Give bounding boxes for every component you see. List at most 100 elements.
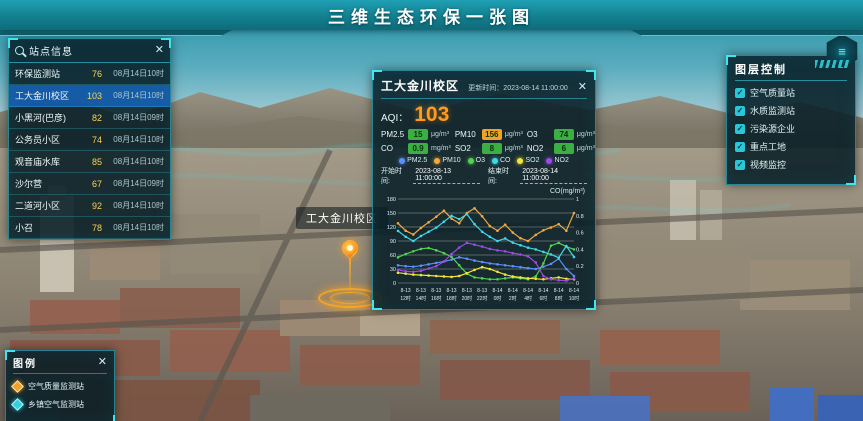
- station-list-item[interactable]: 小召7808月14日10时: [9, 217, 170, 239]
- axis-tick-label: 18时: [446, 295, 457, 302]
- data-point: [565, 229, 568, 232]
- legend-item[interactable]: PM10: [434, 157, 460, 164]
- data-point: [557, 257, 560, 260]
- right-axis-unit: CO(mg/m³): [381, 188, 585, 195]
- data-point: [527, 246, 530, 249]
- data-point: [397, 264, 400, 267]
- axis-tick-label: 8-13: [477, 288, 487, 294]
- data-point: [458, 275, 461, 278]
- data-point: [450, 253, 453, 256]
- pollutant-unit: μg/m³: [577, 145, 595, 152]
- data-point: [481, 261, 484, 264]
- map-legend-item: 空气质量监测站: [13, 381, 107, 392]
- axis-tick-label: 16时: [431, 295, 442, 302]
- data-point: [489, 248, 492, 251]
- data-point: [435, 275, 438, 278]
- legend-item[interactable]: CO: [492, 157, 511, 164]
- legend-color-dot: [517, 158, 523, 164]
- end-time-label: 结束时间:: [488, 166, 517, 186]
- data-point: [511, 275, 514, 278]
- data-point: [473, 276, 476, 279]
- data-point: [489, 278, 492, 281]
- data-point: [420, 235, 423, 238]
- start-time-input[interactable]: 2023-08-13 11:00:00: [413, 168, 480, 184]
- legend-item[interactable]: NO2: [546, 157, 568, 164]
- legend-item[interactable]: SO2: [517, 157, 539, 164]
- station-list-item[interactable]: 工大金川校区10308月14日10时: [9, 85, 170, 107]
- station-update-time: 08月14日10时: [108, 222, 164, 233]
- checkbox-checked-icon[interactable]: ✓: [735, 124, 745, 134]
- data-point: [466, 257, 469, 260]
- pollutant-value-box: 8: [482, 143, 502, 154]
- station-list-item[interactable]: 小黑河(巴彦)8208月14日09时: [9, 107, 170, 129]
- station-name: 沙尔营: [15, 177, 78, 190]
- data-point: [504, 277, 507, 280]
- data-point: [504, 264, 507, 267]
- data-point: [427, 263, 430, 266]
- data-point: [435, 262, 438, 265]
- data-point: [458, 246, 461, 249]
- layer-toggle[interactable]: ✓空气质量站: [735, 86, 847, 99]
- close-icon[interactable]: ✕: [578, 82, 587, 93]
- axis-tick-label: 12时: [400, 295, 411, 302]
- panel-corner: [5, 350, 15, 360]
- data-point: [443, 275, 446, 278]
- station-aqi-value: 92: [78, 201, 102, 211]
- station-aqi-value: 85: [78, 157, 102, 167]
- checkbox-checked-icon[interactable]: ✓: [735, 88, 745, 98]
- app-title: 三维生态环保一张图: [328, 3, 535, 28]
- station-list-item[interactable]: 公务员小区7408月14日10时: [9, 129, 170, 151]
- axis-tick-label: 8-13: [447, 288, 457, 294]
- layer-toggle[interactable]: ✓重点工地: [735, 140, 847, 153]
- data-point: [412, 240, 415, 243]
- station-aqi-value: 67: [78, 179, 102, 189]
- layers-icon: ≡: [838, 44, 846, 59]
- station-list-item[interactable]: 观音庙水库8508月14日10时: [9, 151, 170, 173]
- station-list-item[interactable]: 环保监测站7608月14日10时: [9, 63, 170, 85]
- pollutant-value-box: 0.9: [408, 143, 428, 154]
- data-point: [443, 260, 446, 263]
- layer-control-panel: ≡ 图层控制 ✓空气质量站✓水质监测站✓污染源企业✓重点工地✓视频监控: [726, 55, 856, 185]
- station-rows: 环保监测站7608月14日10时工大金川校区10308月14日10时小黑河(巴彦…: [9, 63, 170, 239]
- axis-tick-label: 0.4: [576, 247, 584, 253]
- data-point: [550, 263, 553, 266]
- close-icon[interactable]: ✕: [98, 357, 107, 368]
- data-point: [542, 251, 545, 254]
- data-point: [473, 259, 476, 262]
- layer-label: 视频监控: [750, 158, 786, 171]
- station-list-item[interactable]: 二道河小区9208月14日10时: [9, 195, 170, 217]
- layer-toggle[interactable]: ✓污染源企业: [735, 122, 847, 135]
- data-point: [557, 276, 560, 279]
- data-point: [435, 215, 438, 218]
- data-point: [489, 268, 492, 271]
- panel-corner: [726, 55, 736, 65]
- pollutant-unit: μg/m³: [505, 131, 523, 138]
- data-point: [435, 265, 438, 268]
- data-point: [412, 271, 415, 274]
- station-panel-title: 站点信息: [29, 43, 150, 58]
- station-list-item[interactable]: 沙尔营6708月14日09时: [9, 173, 170, 195]
- data-point: [466, 272, 469, 275]
- data-point: [489, 225, 492, 228]
- checkbox-checked-icon[interactable]: ✓: [735, 142, 745, 152]
- axis-tick-label: 8时: [555, 295, 563, 302]
- axis-tick-label: 180: [387, 197, 396, 203]
- checkbox-checked-icon[interactable]: ✓: [735, 106, 745, 116]
- pollutant-cell: PM2.515μg/m³: [381, 129, 451, 140]
- checkbox-checked-icon[interactable]: ✓: [735, 160, 745, 170]
- layer-toggle[interactable]: ✓水质监测站: [735, 104, 847, 117]
- data-point: [473, 269, 476, 272]
- legend-item[interactable]: PM2.5: [399, 157, 427, 164]
- data-point: [496, 249, 499, 252]
- pollutant-unit: mg/m³: [431, 145, 451, 152]
- legend-item[interactable]: O3: [468, 157, 485, 164]
- layer-toggle[interactable]: ✓ 视频监控: [735, 158, 847, 171]
- data-point: [404, 229, 407, 232]
- pollutant-name: SO2: [455, 144, 479, 153]
- data-point: [496, 263, 499, 266]
- data-point: [565, 245, 568, 248]
- data-point: [565, 279, 568, 282]
- data-point: [550, 278, 553, 281]
- end-time-input[interactable]: 2023-08-14 11:00:00: [520, 168, 587, 184]
- data-point: [466, 242, 469, 245]
